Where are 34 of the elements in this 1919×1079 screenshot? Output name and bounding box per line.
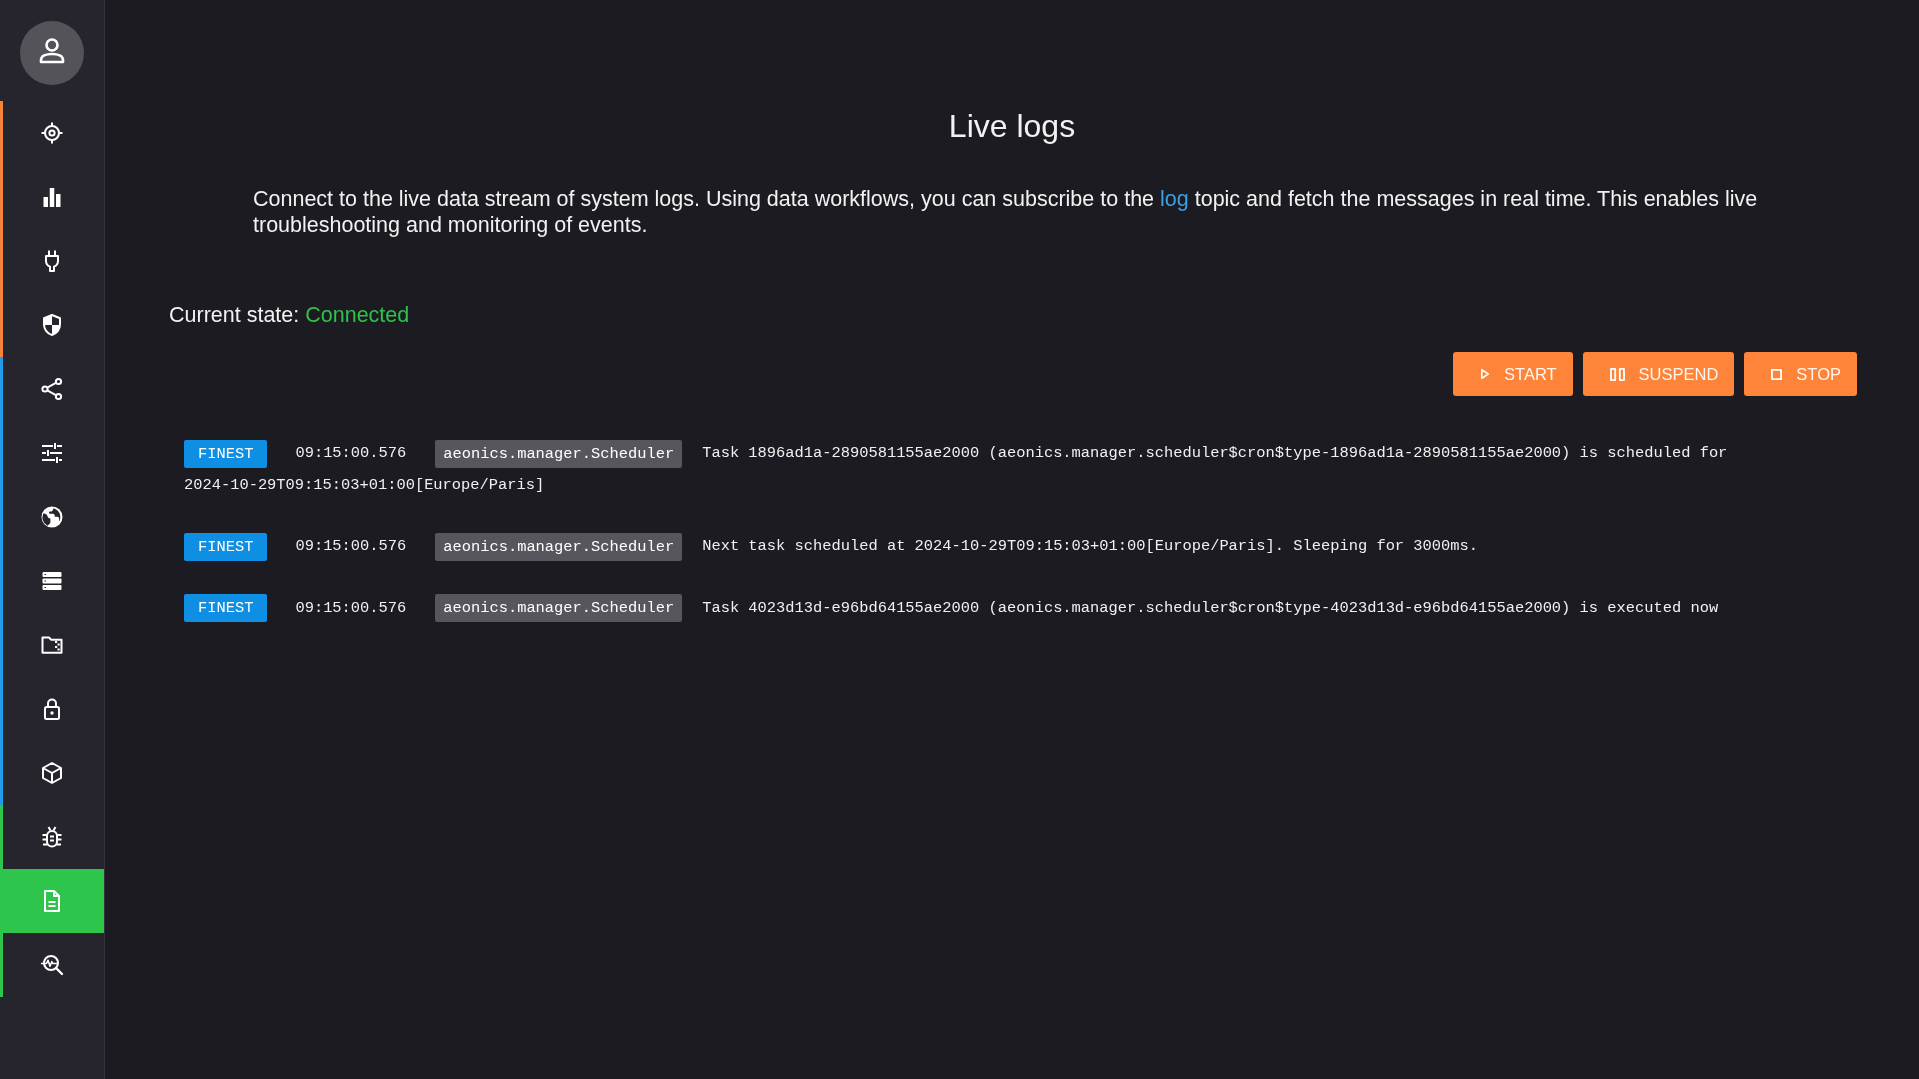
log-time: 09:15:00.576 <box>295 444 407 462</box>
sliders-icon <box>40 441 64 465</box>
pause-button[interactable]: SUSPEND <box>1582 352 1735 396</box>
crosshair-icon <box>40 121 64 145</box>
server-icon <box>40 569 64 593</box>
cube-icon <box>40 761 64 785</box>
description-text: Connect to the live data stream of system logs. Using data workflows, you can subscribe to the log topic and fetch the messages in real time. This enables live troubleshooting and monitoring of events. <box>253 186 1759 238</box>
share-icon <box>40 377 64 401</box>
logger-badge: aeonics.manager.Scheduler <box>435 439 683 468</box>
play-button[interactable]: START <box>1453 352 1573 396</box>
globe-icon <box>40 505 64 529</box>
log-time: 09:15:00.576 <box>295 598 407 617</box>
log-message: Next task scheduled at 2024-10-29T09:15:03+01:00[Europe/Paris]. Sleeping for 3000ms. <box>702 537 1478 556</box>
log-message: Task 1896ad1a-2890581155ae2000 (aeonics.manager.scheduler$cron$type-1896ad1a-2890581155ae2000) is scheduled for <box>702 444 1728 462</box>
page-title: Live logs <box>947 107 1077 145</box>
level-badge: FINEST <box>184 439 268 468</box>
shield-icon <box>40 313 64 337</box>
state-value: Connected <box>305 302 410 328</box>
pause-icon <box>1609 367 1625 381</box>
log-message: Task 4023d13d-e96bd64155ae2000 (aeonics.manager.scheduler$cron$type-4023d13d-e96bd64155ae2000) is executed now <box>702 598 1719 617</box>
play-icon <box>1480 368 1490 380</box>
log-time: 09:15:00.576 <box>295 537 407 556</box>
level-badge: FINEST <box>184 594 268 623</box>
log-topic-link[interactable]: log <box>1160 187 1189 211</box>
stop-button[interactable]: STOP <box>1744 352 1857 396</box>
logger-badge: aeonics.manager.Scheduler <box>435 532 683 561</box>
log-message: 2024-10-29T09:15:03+01:00[Europe/Paris] <box>184 475 545 494</box>
pulse-search-icon <box>40 953 64 977</box>
avatar-icon[interactable] <box>20 20 84 85</box>
level-badge: FINEST <box>184 532 268 561</box>
bug-icon <box>40 825 64 849</box>
state-label: Current state: <box>169 302 300 328</box>
logger-badge: aeonics.manager.Scheduler <box>435 594 683 623</box>
stop-icon <box>1771 368 1783 380</box>
